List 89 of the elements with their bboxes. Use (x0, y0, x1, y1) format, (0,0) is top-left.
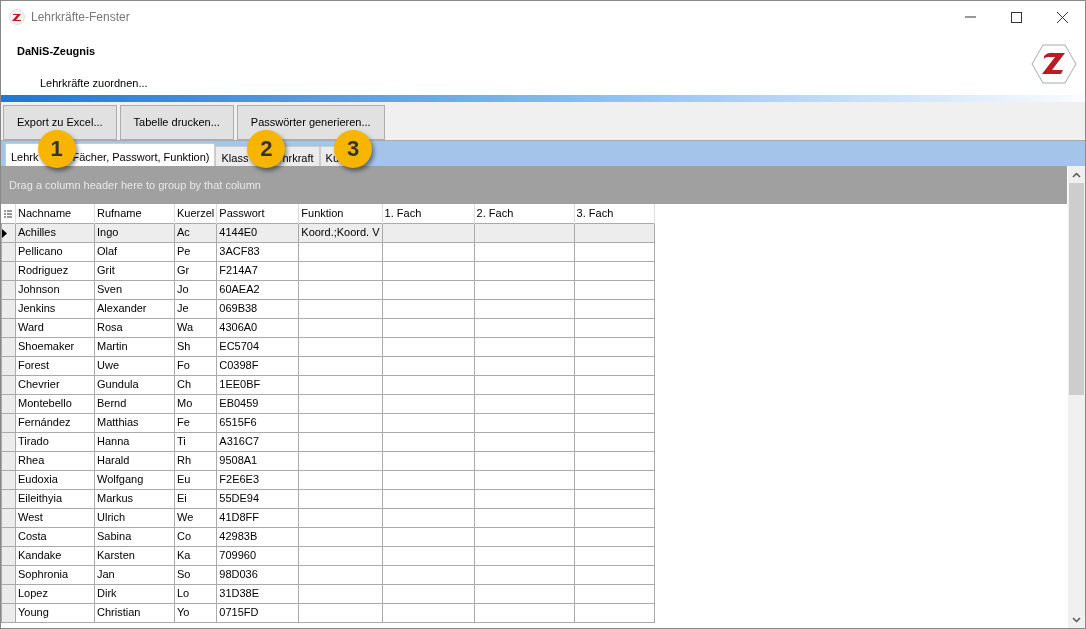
table-cell: EC5704 (216, 337, 299, 356)
table-cell: Jan (94, 565, 175, 584)
table-cell: Forest (15, 356, 95, 375)
table-cell: Alexander (94, 299, 175, 318)
table-cell: Jo (174, 280, 217, 299)
table-cell: Shoemaker (15, 337, 95, 356)
table-cell: Fernández (15, 413, 95, 432)
table-cell: Chevrier (15, 375, 95, 394)
table-cell: Je (174, 299, 217, 318)
header-title: DaNiS-Zeugnis (17, 44, 97, 59)
table-cell: A316C7 (216, 432, 299, 451)
table-cell: Lo (174, 584, 217, 603)
table-cell: Eileithyia (15, 489, 95, 508)
table-cell: Johnson (15, 280, 95, 299)
table-cell: Gr (174, 261, 217, 280)
group-by-hint: Drag a column header here to group by that column (1, 166, 1067, 204)
table-cell: 9508A1 (216, 451, 299, 470)
table-cell: Christian (94, 603, 175, 622)
table-cell: Rhea (15, 451, 95, 470)
table-cell: Matthias (94, 413, 175, 432)
table-cell: Pellicano (15, 242, 95, 261)
table-cell: F214A7 (216, 261, 299, 280)
table-cell: F2E6E3 (216, 470, 299, 489)
table-cell: 4144E0 (216, 223, 299, 242)
table-cell: Ka (174, 546, 217, 565)
table-cell: Martin (94, 337, 175, 356)
table-cell: We (174, 508, 217, 527)
table-cell: Sophronia (15, 565, 95, 584)
table-cell: 069B38 (216, 299, 299, 318)
table-cell: Costa (15, 527, 95, 546)
table-cell: West (15, 508, 95, 527)
table-cell: So (174, 565, 217, 584)
table-cell: Mo (174, 394, 217, 413)
table-cell: Tirado (15, 432, 95, 451)
table-cell: Yo (174, 603, 217, 622)
table-cell: Montebello (15, 394, 95, 413)
table-cell: Ingo (94, 223, 175, 242)
table-cell: 1EE0BF (216, 375, 299, 394)
table-cell: 60AEA2 (216, 280, 299, 299)
table-cell: 41D8FF (216, 508, 299, 527)
table-cell: 42983B (216, 527, 299, 546)
table-cell: Uwe (94, 356, 175, 375)
table-cell: Fo (174, 356, 217, 375)
table-cell: Co (174, 527, 217, 546)
table-cell: Dirk (94, 584, 175, 603)
table-cell: Eudoxia (15, 470, 95, 489)
table-cell: Fe (174, 413, 217, 432)
table-cell: 0715FD (216, 603, 299, 622)
table-cell: Pe (174, 242, 217, 261)
table-cell: Young (15, 603, 95, 622)
table-cell: Ti (174, 432, 217, 451)
table-cell: Lopez (15, 584, 95, 603)
table-cell: 709960 (216, 546, 299, 565)
table-cell: 6515F6 (216, 413, 299, 432)
table-cell: Ulrich (94, 508, 175, 527)
table-cell: 3ACF83 (216, 242, 299, 261)
table-cell: Ei (174, 489, 217, 508)
table-cell: Rosa (94, 318, 175, 337)
table-cell: Rodriguez (15, 261, 95, 280)
table-cell: 55DE94 (216, 489, 299, 508)
window-title: Lehrkräfte-Fenster (31, 9, 130, 26)
table-cell: Wolfgang (94, 470, 175, 489)
table-cell: Gundula (94, 375, 175, 394)
table-cell: 98D036 (216, 565, 299, 584)
table-cell: Ch (174, 375, 217, 394)
table-cell: Hanna (94, 432, 175, 451)
table-cell: Kandake (15, 546, 95, 565)
table-cell: Ac (174, 223, 217, 242)
table-cell: Ward (15, 318, 95, 337)
table-cell: Jenkins (15, 299, 95, 318)
table-cell: Achilles (15, 223, 95, 242)
table-cell: C0398F (216, 356, 299, 375)
table-cell: Bernd (94, 394, 175, 413)
table-cell: Harald (94, 451, 175, 470)
table-cell: 4306A0 (216, 318, 299, 337)
table-cell: Eu (174, 470, 217, 489)
table-cell: Olaf (94, 242, 175, 261)
header-subtitle: Lehrkräfte zuordnen... (40, 75, 148, 91)
table-cell: Sven (94, 280, 175, 299)
table-cell: 31D38E (216, 584, 299, 603)
table-cell: EB0459 (216, 394, 299, 413)
table-cell: Karsten (94, 546, 175, 565)
table-cell: Sh (174, 337, 217, 356)
table-cell: Grit (94, 261, 175, 280)
table-cell: Rh (174, 451, 217, 470)
table-cell: Markus (94, 489, 175, 508)
table-cell: Wa (174, 318, 217, 337)
table-cell: Sabina (94, 527, 175, 546)
table-cell: Koord.;Koord. V (298, 223, 383, 242)
